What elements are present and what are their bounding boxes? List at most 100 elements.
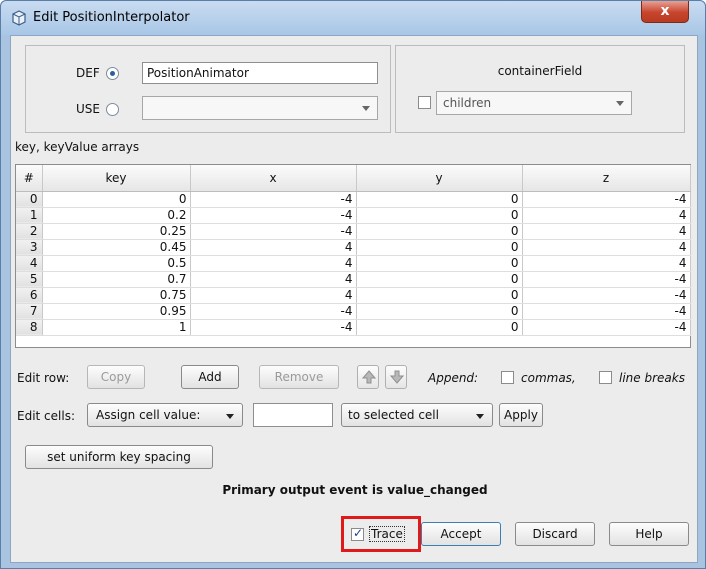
row-index: 3	[16, 239, 43, 256]
row-index: 1	[16, 207, 43, 224]
def-name-field[interactable]: PositionAnimator	[142, 62, 378, 84]
move-down-button[interactable]	[385, 365, 407, 389]
commas-label: commas,	[521, 371, 576, 385]
arrow-up-icon	[362, 370, 376, 384]
cell-z[interactable]: 4	[522, 207, 691, 224]
container-field-checkbox[interactable]	[418, 96, 431, 109]
table-row[interactable]: 1 0.2 -4 0 4	[16, 207, 691, 224]
def-use-panel: DEF PositionAnimator USE	[25, 45, 391, 133]
status-message: Primary output event is value_changed	[222, 483, 488, 497]
trace-checkbox[interactable]	[351, 526, 364, 541]
row-index: 8	[16, 319, 43, 336]
cell-key[interactable]: 0.45	[42, 239, 191, 256]
row-index: 0	[16, 191, 43, 208]
container-field-combo[interactable]: children	[436, 91, 632, 115]
cell-x[interactable]: -4	[190, 191, 357, 208]
assign-cell-value-text: Assign cell value:	[96, 408, 201, 422]
trace-label[interactable]: Trace	[369, 526, 405, 542]
help-button[interactable]: Help	[609, 522, 689, 546]
edit-position-interpolator-window: Edit PositionInterpolator x DEF Position…	[0, 0, 706, 569]
cell-key[interactable]: 0.2	[42, 207, 191, 224]
cell-z[interactable]: 4	[522, 223, 691, 240]
cell-key[interactable]: 0.25	[42, 223, 191, 240]
copy-button[interactable]: Copy	[87, 365, 145, 389]
table-row[interactable]: 2 0.25 -4 0 4	[16, 223, 691, 240]
col-header-key[interactable]: key	[42, 165, 191, 192]
table-row[interactable]: 7 0.95 -4 0 -4	[16, 303, 691, 320]
cell-key[interactable]: 1	[42, 319, 191, 336]
table-row[interactable]: 8 1 -4 0 -4	[16, 319, 691, 336]
cell-key[interactable]: 0.7	[42, 271, 191, 288]
use-combo[interactable]	[142, 96, 378, 120]
cell-y[interactable]: 0	[356, 239, 523, 256]
cell-key[interactable]: 0.5	[42, 255, 191, 272]
cell-key[interactable]: 0	[42, 191, 191, 208]
cell-y[interactable]: 0	[356, 207, 523, 224]
cell-key[interactable]: 0.75	[42, 287, 191, 304]
cell-z[interactable]: -4	[522, 319, 691, 336]
assign-cell-value-dropdown[interactable]: Assign cell value:	[87, 403, 243, 427]
cell-z[interactable]: 4	[522, 239, 691, 256]
cell-y[interactable]: 0	[356, 287, 523, 304]
cell-y[interactable]: 0	[356, 191, 523, 208]
table-section-label: key, keyValue arrays	[15, 140, 140, 154]
move-up-button[interactable]	[357, 365, 379, 389]
cell-x[interactable]: -4	[190, 207, 357, 224]
col-header-z[interactable]: z	[522, 165, 691, 192]
cell-y[interactable]: 0	[356, 271, 523, 288]
accept-button[interactable]: Accept	[421, 522, 501, 546]
use-label: USE	[76, 102, 100, 116]
row-index: 2	[16, 223, 43, 240]
commas-checkbox[interactable]	[501, 371, 514, 384]
key-value-table[interactable]: # key x y z 0 0 -4 0 -4 1 0.2 -4 0 4 2 0…	[15, 164, 691, 348]
discard-button[interactable]: Discard	[515, 522, 595, 546]
cell-x[interactable]: -4	[190, 303, 357, 320]
cell-y[interactable]: 0	[356, 319, 523, 336]
cell-x[interactable]: 4	[190, 239, 357, 256]
arrow-down-icon	[390, 370, 404, 384]
container-field-title: containerField	[497, 64, 583, 78]
title-bar[interactable]: Edit PositionInterpolator x	[1, 1, 705, 35]
remove-button[interactable]: Remove	[259, 365, 339, 389]
target-dropdown-text: to selected cell	[348, 408, 439, 422]
line-breaks-label: line breaks	[619, 371, 685, 385]
table-row[interactable]: 6 0.75 4 0 -4	[16, 287, 691, 304]
row-index: 5	[16, 271, 43, 288]
cell-z[interactable]: -4	[522, 287, 691, 304]
table-row[interactable]: 4 0.5 4 0 4	[16, 255, 691, 272]
cell-key[interactable]: 0.95	[42, 303, 191, 320]
col-header-y[interactable]: y	[356, 165, 523, 192]
table-row[interactable]: 0 0 -4 0 -4	[16, 191, 691, 208]
cell-x[interactable]: -4	[190, 319, 357, 336]
cell-y[interactable]: 0	[356, 255, 523, 272]
col-header-x[interactable]: x	[190, 165, 357, 192]
append-label: Append:	[428, 371, 479, 385]
row-index: 7	[16, 303, 43, 320]
cell-value-field[interactable]	[253, 403, 333, 427]
cell-x[interactable]: -4	[190, 223, 357, 240]
apply-button[interactable]: Apply	[499, 403, 543, 427]
def-radio[interactable]	[106, 67, 119, 80]
chevron-down-icon	[226, 414, 234, 419]
line-breaks-checkbox[interactable]	[599, 371, 612, 384]
edit-row-label: Edit row:	[17, 371, 70, 385]
cell-x[interactable]: 4	[190, 271, 357, 288]
cell-z[interactable]: -4	[522, 191, 691, 208]
cell-z[interactable]: -4	[522, 303, 691, 320]
row-index: 4	[16, 255, 43, 272]
use-radio[interactable]	[106, 103, 119, 116]
cell-y[interactable]: 0	[356, 223, 523, 240]
close-button[interactable]: x	[641, 1, 689, 23]
col-header-index[interactable]: #	[16, 165, 43, 192]
table-row[interactable]: 3 0.45 4 0 4	[16, 239, 691, 256]
target-dropdown[interactable]: to selected cell	[341, 403, 493, 427]
cell-x[interactable]: 4	[190, 287, 357, 304]
cell-x[interactable]: 4	[190, 255, 357, 272]
set-uniform-key-spacing-button[interactable]: set uniform key spacing	[25, 445, 213, 469]
cell-z[interactable]: 4	[522, 255, 691, 272]
cell-y[interactable]: 0	[356, 303, 523, 320]
add-button[interactable]: Add	[181, 365, 239, 389]
chevron-down-icon	[616, 101, 624, 106]
cell-z[interactable]: -4	[522, 271, 691, 288]
table-row[interactable]: 5 0.7 4 0 -4	[16, 271, 691, 288]
